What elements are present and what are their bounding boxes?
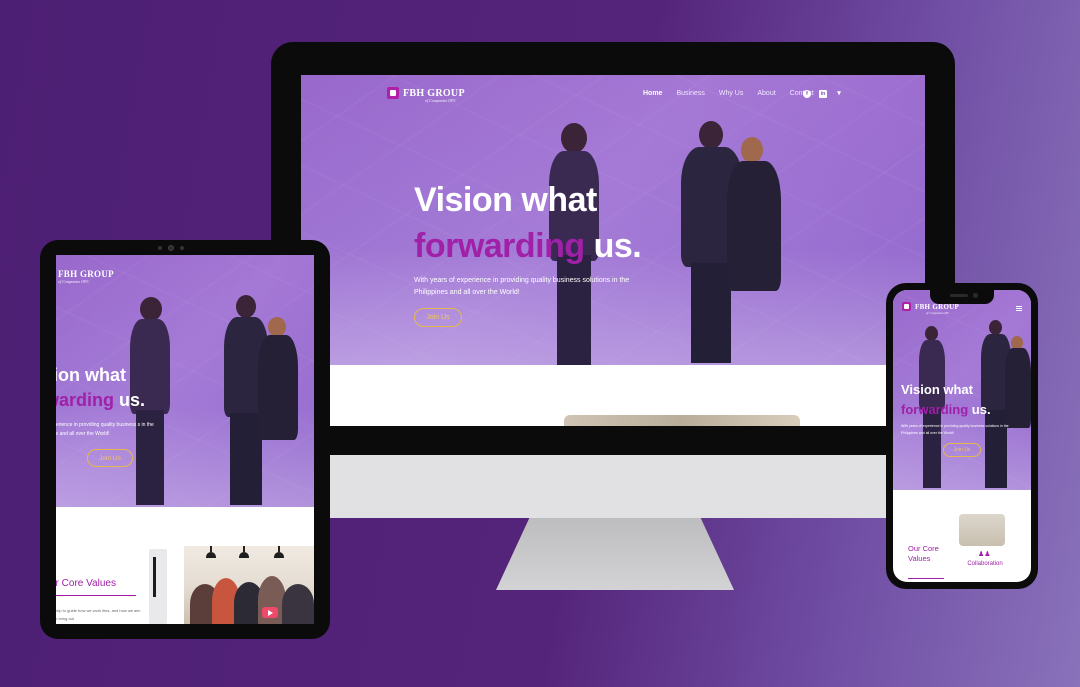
logo-subtitle: of Companies OPC: [425, 98, 457, 103]
hero-title-end: us.: [584, 227, 642, 265]
desktop-nav: FBH GROUP of Companies OPC Home Business…: [301, 75, 925, 115]
logo-subtitle: of Companies OPC: [58, 279, 90, 284]
monitor-stand: [496, 518, 734, 590]
core-values-heading: ur Core Values: [56, 578, 116, 589]
hero-title-accent: rwarding: [56, 390, 115, 410]
logo-name: FBH GROUP: [403, 87, 465, 99]
desktop-monitor: FBH GROUP of Companies OPC Home Business…: [271, 42, 955, 455]
hero-description: With years of experience in providing qu…: [901, 424, 1009, 435]
hero-title: Vision what forwarding us.: [414, 177, 642, 269]
join-us-button[interactable]: Join Us: [87, 449, 133, 467]
join-us-button[interactable]: Join Us: [414, 308, 462, 327]
hero-description: ars of experience in providing quality b…: [56, 422, 154, 437]
core-values-underline: [56, 595, 136, 596]
phone-screen: FBH GROUP of Companies OPC Vision what f…: [893, 290, 1031, 582]
phone-notch: [930, 290, 994, 304]
facebook-icon[interactable]: f: [803, 90, 811, 98]
join-us-button[interactable]: Join Us: [943, 443, 981, 457]
hero-description: With years of experience in providing qu…: [414, 277, 630, 296]
hamburger-menu-icon[interactable]: [1016, 306, 1022, 311]
core-values-underline: [908, 578, 944, 579]
hero-title-end: us.: [968, 402, 991, 417]
core-values-heading: Our Core Values: [908, 544, 939, 563]
collaboration-label: Collaboration: [967, 561, 1003, 567]
nav-item-business[interactable]: Business: [676, 90, 704, 97]
hero-title-end: us.: [114, 390, 146, 410]
social-links: f in ▾: [803, 90, 843, 98]
hero-title-line1: Vision what: [901, 382, 973, 397]
hero-title-accent: forwarding: [901, 402, 969, 417]
brand-logo[interactable]: FBH GROUP of Companies OPC: [56, 268, 114, 284]
play-video-icon[interactable]: [262, 607, 278, 618]
hero-title: ision what rwarding us.: [56, 363, 145, 413]
core-values-text: help to guide how we work ities, and how…: [56, 608, 141, 621]
tablet-camera: [158, 245, 184, 251]
nav-menu: Home Business Why Us About Contact: [643, 90, 814, 97]
hero-title-accent: forwarding: [414, 227, 585, 265]
logo-subtitle: of Companies OPC: [926, 311, 950, 315]
logo-mark-icon: [387, 87, 399, 99]
nav-item-why-us[interactable]: Why Us: [719, 90, 744, 97]
logo-name: FBH GROUP: [58, 269, 114, 279]
logo-mark-icon: [902, 302, 911, 311]
desktop-photo-preview: [564, 415, 800, 426]
team-icon: ♟♟: [978, 551, 991, 558]
hero-title: Vision what forwarding us.: [901, 380, 991, 420]
collaboration-photo: [959, 514, 1005, 546]
nav-item-home[interactable]: Home: [643, 90, 662, 97]
side-image: [149, 549, 167, 624]
linkedin-icon[interactable]: in: [819, 90, 827, 98]
hero-title-line1: Vision what: [414, 181, 597, 219]
team-photo: [184, 546, 314, 624]
twitter-icon[interactable]: ▾: [835, 90, 843, 98]
phone-device: FBH GROUP of Companies OPC Vision what f…: [886, 283, 1038, 589]
tablet-screen: FBH GROUP of Companies OPC ision what rw…: [56, 255, 314, 624]
nav-item-about[interactable]: About: [757, 90, 775, 97]
desktop-screen: FBH GROUP of Companies OPC Home Business…: [301, 75, 925, 426]
monitor-chin: [329, 455, 887, 518]
tablet-device: FBH GROUP of Companies OPC ision what rw…: [40, 240, 330, 639]
hero-title-line1: ision what: [56, 365, 127, 385]
brand-logo[interactable]: FBH GROUP of Companies OPC: [387, 87, 465, 103]
